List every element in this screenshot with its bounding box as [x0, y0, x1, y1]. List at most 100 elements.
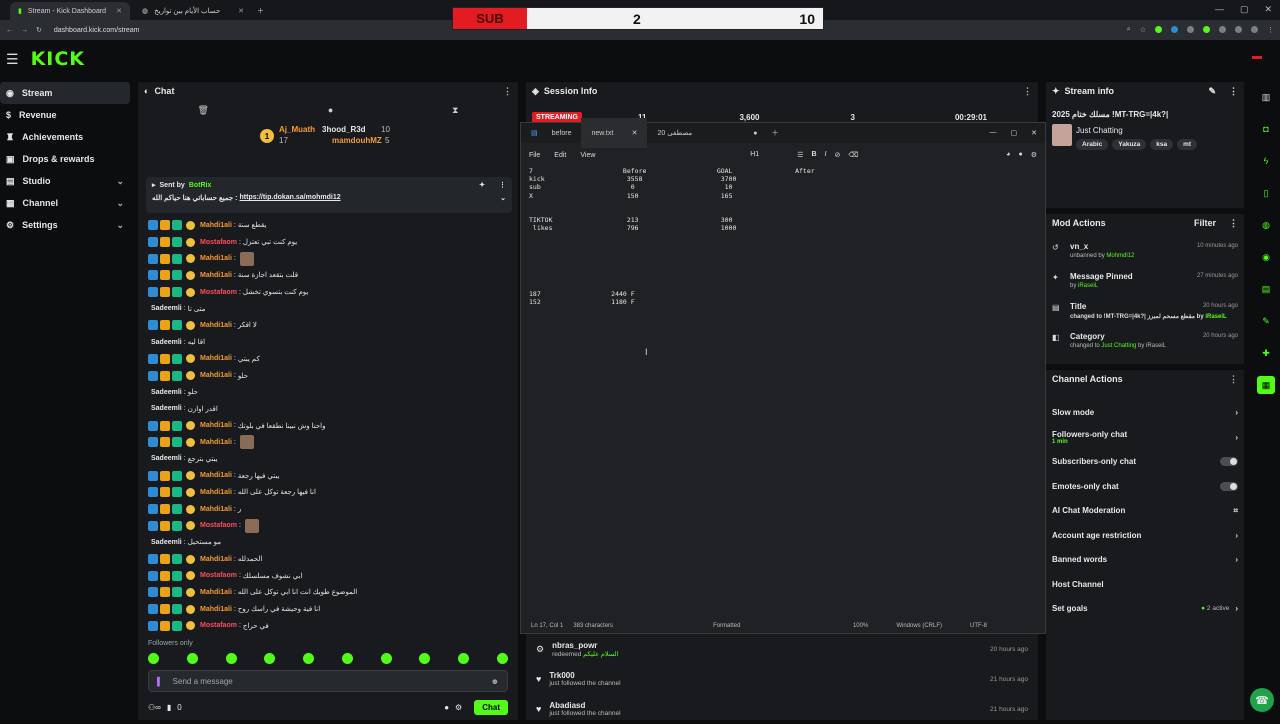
- more-options-icon[interactable]: ⋮: [1023, 86, 1032, 97]
- sidebar-item-stream[interactable]: ◉ Stream: [0, 82, 130, 104]
- chat-username[interactable]: Mahdi1ali: [200, 472, 232, 479]
- emoji-icon[interactable]: ☻: [491, 677, 499, 686]
- close-icon[interactable]: ✕: [116, 7, 122, 15]
- speech-icon[interactable]: ●: [328, 105, 333, 115]
- hamburger-menu-icon[interactable]: ☰: [6, 51, 19, 68]
- category-thumbnail[interactable]: [1052, 124, 1072, 146]
- chat-username[interactable]: Mahdi1ali: [200, 506, 232, 513]
- close-window-icon[interactable]: ✕: [1264, 4, 1272, 15]
- unsaved-dot-icon[interactable]: ●: [753, 130, 757, 137]
- mod-action-user[interactable]: iRaseiL: [1078, 283, 1098, 289]
- chevron-down-icon[interactable]: ⌄: [500, 194, 506, 202]
- format-status[interactable]: Formatted: [713, 623, 740, 629]
- sidebar-item-settings[interactable]: ⚙ Settings ⌄: [0, 214, 130, 236]
- clipboard-icon[interactable]: ▯: [1257, 184, 1275, 202]
- chat-username[interactable]: Sadeemli: [151, 539, 182, 546]
- more-options-icon[interactable]: ⋮: [503, 86, 512, 97]
- settings-icon[interactable]: ⚙: [1031, 151, 1037, 159]
- mod-action-user[interactable]: Mohmdl12: [1106, 253, 1134, 259]
- maximize-icon[interactable]: ▢: [1011, 129, 1018, 137]
- chat-username[interactable]: Mahdi1ali: [200, 606, 232, 613]
- mod-action-title[interactable]: vn_x: [1070, 242, 1134, 251]
- notepad-tab-arabic[interactable]: 20 مصطفى ●: [647, 123, 767, 143]
- chat-username[interactable]: Mahdi1ali: [200, 422, 232, 429]
- chat-support-icon[interactable]: ☎: [1250, 688, 1274, 712]
- line-ending[interactable]: Windows (CRLF): [896, 623, 942, 629]
- sidebar-item-channel[interactable]: ▦ Channel ⌄: [0, 192, 130, 214]
- emote-icon[interactable]: [380, 653, 392, 664]
- edit-icon[interactable]: ✎: [1208, 86, 1216, 97]
- chat-username[interactable]: Mahdi1ali: [200, 222, 232, 229]
- settings-icon[interactable]: ⚙: [455, 703, 462, 712]
- menu-file[interactable]: File: [529, 152, 540, 159]
- mod-action-user[interactable]: Just Chatting: [1101, 343, 1136, 349]
- stream-category[interactable]: Just Chatting: [1076, 126, 1123, 135]
- tag[interactable]: Arabic: [1076, 139, 1109, 150]
- extension-icon[interactable]: [1219, 26, 1226, 33]
- chat-username[interactable]: Mahdi1ali: [200, 589, 232, 596]
- gifter-name[interactable]: 3hood_R3d: [322, 125, 366, 134]
- back-icon[interactable]: ←: [6, 27, 13, 34]
- emote-icon[interactable]: [148, 653, 159, 664]
- more-options-icon[interactable]: ⋮: [1229, 374, 1238, 385]
- link-icon[interactable]: ⊘: [834, 151, 840, 159]
- users-icon[interactable]: ⚇∞: [148, 703, 161, 712]
- emote-icon[interactable]: [264, 653, 276, 664]
- chat-username[interactable]: Mostafaom: [200, 522, 237, 529]
- pinned-sender[interactable]: BotRix: [189, 182, 212, 189]
- emote-icon[interactable]: [303, 653, 315, 664]
- emote-icon[interactable]: [419, 653, 431, 664]
- chat-username[interactable]: Sadeemli: [151, 455, 182, 462]
- lightning-icon[interactable]: ϟ: [1257, 152, 1275, 170]
- menu-view[interactable]: View: [580, 152, 595, 159]
- sidebar-toggle-icon[interactable]: ▥: [1257, 88, 1275, 106]
- chat-username[interactable]: Mahdi1ali: [200, 355, 232, 362]
- zoom-level[interactable]: 100%: [853, 623, 868, 629]
- unpin-icon[interactable]: ✦: [479, 181, 485, 189]
- slow-mode-row[interactable]: Slow mode ›: [1046, 400, 1244, 425]
- notepad-text-area[interactable]: 7 Before GOAL After kick 3558 3700 sub 0…: [529, 167, 1029, 587]
- notepad-tab-before[interactable]: ▤ before: [521, 123, 581, 143]
- activity-user[interactable]: Abadiasd: [549, 701, 620, 710]
- bookmark-icon[interactable]: ▮: [167, 703, 171, 712]
- emote-icon[interactable]: [186, 653, 198, 664]
- chat-username[interactable]: Mahdi1ali: [200, 272, 232, 279]
- chat-username[interactable]: Sadeemli: [151, 405, 182, 412]
- broadcast-icon[interactable]: ◉: [1257, 248, 1275, 266]
- server-icon[interactable]: ▤: [1257, 280, 1275, 298]
- extension-icon[interactable]: [1187, 26, 1194, 33]
- kick-logo[interactable]: KICK: [31, 48, 85, 70]
- reload-icon[interactable]: ↻: [36, 26, 42, 34]
- bold-icon[interactable]: B: [811, 151, 816, 159]
- emote-icon[interactable]: [225, 653, 237, 664]
- tag[interactable]: mt: [1177, 139, 1198, 150]
- chat-bubble-icon[interactable]: ◍: [1257, 216, 1275, 234]
- sidebar-item-drops[interactable]: ▣ Drops & rewards: [0, 148, 130, 170]
- gifter-name[interactable]: Aj_Muath: [279, 125, 315, 134]
- extension-icon[interactable]: [1235, 26, 1242, 33]
- host-channel-row[interactable]: Host Channel: [1046, 572, 1244, 597]
- camera-icon[interactable]: ◘: [1257, 120, 1275, 138]
- browser-tab-kick[interactable]: ▮ Stream - Kick Dashboard ✕: [10, 2, 130, 20]
- chat-username[interactable]: Mahdi1ali: [200, 255, 232, 262]
- more-options-icon[interactable]: ⋮: [1229, 218, 1238, 229]
- minimize-icon[interactable]: —: [1215, 4, 1224, 15]
- mic-icon[interactable]: ▌: [157, 677, 163, 686]
- new-tab-button[interactable]: ＋: [254, 2, 268, 20]
- ai-moderation-row[interactable]: AI Chat Moderation ⌗: [1046, 499, 1244, 524]
- maximize-icon[interactable]: ▢: [1240, 4, 1249, 15]
- add-widget-icon[interactable]: ▦: [1257, 376, 1275, 394]
- pinned-message[interactable]: ▸ Sent by BotRix ✦ ⋮ جميع حساباتي هنا حي…: [146, 177, 512, 213]
- emote-icon[interactable]: [341, 653, 353, 664]
- puzzle-icon[interactable]: ✚: [1257, 344, 1275, 362]
- extension-icon[interactable]: [1155, 26, 1162, 33]
- chat-username[interactable]: Sadeemli: [151, 305, 182, 312]
- chat-message-input[interactable]: ▌ Send a message ☻: [148, 670, 508, 692]
- zoom-icon[interactable]: ⌕: [1127, 26, 1131, 34]
- emote-icon[interactable]: [458, 653, 470, 664]
- activity-user[interactable]: nbras_powr: [552, 641, 618, 650]
- chat-username[interactable]: Mostafaom: [200, 572, 237, 579]
- send-chat-button[interactable]: Chat: [474, 699, 508, 715]
- heading-dropdown[interactable]: H1: [750, 151, 759, 159]
- new-tab-icon[interactable]: ＋: [767, 128, 778, 138]
